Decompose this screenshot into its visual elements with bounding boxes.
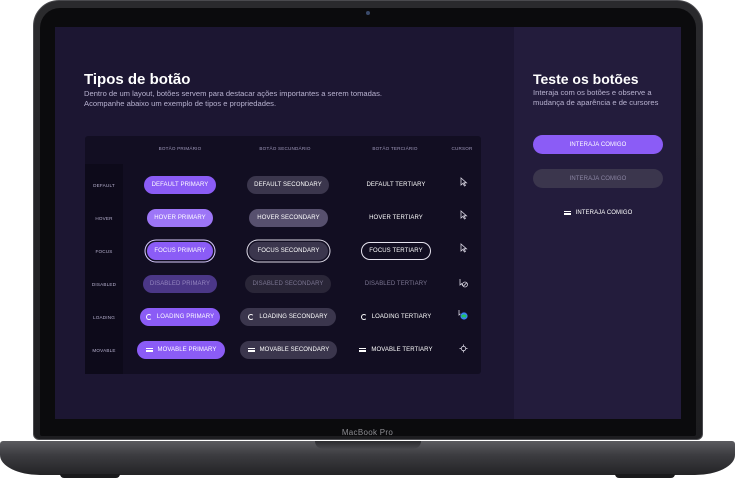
row-label-default: DEFAULT — [93, 183, 115, 188]
button-label: INTERAJA COMIGO — [575, 209, 633, 216]
button-label: INTERAJA COMIGO — [569, 175, 627, 182]
button-label: MOVABLE PRIMARY — [157, 347, 217, 353]
drag-handle-icon — [563, 210, 571, 215]
device-label: MacBook Pro — [341, 428, 394, 437]
row-label-loading: LOADING — [92, 315, 116, 320]
column-header-primary: BOTÃO PRIMÁRIO — [158, 146, 202, 151]
drag-handle-icon — [247, 348, 255, 352]
loading-spinner-icon — [360, 314, 367, 320]
laptop-base-notch — [315, 441, 421, 449]
button-label: DISABLED TERTIARY — [364, 281, 428, 287]
default-primary-button[interactable]: DEFAULT PRIMARY — [144, 176, 216, 194]
try-panel-description: Interaja com os botões e observe a mudan… — [533, 88, 659, 107]
laptop-foot-left — [60, 474, 120, 478]
screen: Tipos de botão Dentro de um layout, botõ… — [55, 27, 681, 419]
movable-secondary-button[interactable]: MOVABLE SECONDARY — [240, 341, 337, 359]
drag-handle-icon — [359, 348, 367, 352]
progress-cursor-icon — [458, 309, 469, 323]
button-label: FOCUS TERTIARY — [369, 248, 423, 254]
move-cursor-icon — [459, 344, 468, 355]
loading-primary-button[interactable]: LOADING PRIMARY — [140, 308, 220, 326]
button-label: MOVABLE TERTIARY — [371, 347, 433, 353]
column-header-cursor: CURSOR — [451, 146, 473, 151]
button-label: HOVER SECONDARY — [257, 215, 320, 221]
camera-icon — [366, 11, 370, 15]
hover-tertiary-button[interactable]: HOVER TERTIARY — [361, 209, 431, 227]
button-label: HOVER TERTIARY — [369, 215, 423, 221]
drag-handle-icon — [145, 348, 153, 352]
row-label-focus: FOCUS — [95, 249, 113, 254]
button-label: FOCUS SECONDARY — [257, 248, 320, 254]
laptop-frame: Tipos de botão Dentro de um layout, botõ… — [0, 0, 735, 491]
laptop-foot-right — [615, 474, 675, 478]
row-label-column — [85, 164, 123, 374]
movable-primary-button[interactable]: MOVABLE PRIMARY — [137, 341, 225, 359]
loading-spinner-icon — [248, 314, 255, 320]
row-label-disabled: DISABLED — [91, 282, 117, 287]
try-buttons-panel: Teste os botões Interaja com os botões e… — [514, 27, 681, 419]
arrow-cursor-icon — [460, 243, 468, 255]
focus-primary-button[interactable]: FOCUS PRIMARY — [147, 242, 213, 260]
column-header-secondary: BOTÃO SECUNDÁRIO — [259, 146, 311, 151]
try-primary-button[interactable]: INTERAJA COMIGO — [533, 135, 663, 154]
disabled-tertiary-button[interactable]: DISABLED TERTIARY — [357, 275, 435, 293]
button-label: LOADING SECONDARY — [259, 314, 328, 320]
try-tertiary-button[interactable]: INTERAJA COMIGO — [533, 203, 663, 222]
loading-spinner-icon — [145, 314, 152, 320]
page-title: Tipos de botão — [84, 71, 191, 88]
try-secondary-button[interactable]: INTERAJA COMIGO — [533, 169, 663, 188]
hover-secondary-button[interactable]: HOVER SECONDARY — [249, 209, 328, 227]
row-label-hover: HOVER — [95, 216, 113, 221]
not-allowed-cursor-icon — [459, 278, 469, 290]
disabled-secondary-button[interactable]: DISABLED SECONDARY — [245, 275, 331, 293]
default-secondary-button[interactable]: DEFAULT SECONDARY — [247, 176, 329, 194]
button-label: MOVABLE SECONDARY — [259, 347, 330, 353]
default-tertiary-button[interactable]: DEFAULT TERTIARY — [360, 176, 432, 194]
arrow-cursor-icon — [460, 210, 468, 222]
button-label: DEFAULT SECONDARY — [254, 182, 322, 188]
focus-secondary-button[interactable]: FOCUS SECONDARY — [249, 242, 328, 260]
button-label: LOADING PRIMARY — [156, 314, 215, 320]
button-states-table: BOTÃO PRIMÁRIO BOTÃO SECUNDÁRIO BOTÃO TE… — [85, 136, 481, 374]
button-label: HOVER PRIMARY — [154, 215, 206, 221]
focus-tertiary-button[interactable]: FOCUS TERTIARY — [361, 242, 431, 260]
hover-primary-button[interactable]: HOVER PRIMARY — [147, 209, 213, 227]
button-types-pane: Tipos de botão Dentro de um layout, botõ… — [55, 27, 514, 419]
button-label: FOCUS PRIMARY — [154, 248, 206, 254]
try-panel-title: Teste os botões — [533, 71, 639, 87]
movable-tertiary-button[interactable]: MOVABLE TERTIARY — [355, 341, 437, 359]
button-label: DISABLED PRIMARY — [149, 281, 211, 287]
button-label: DISABLED SECONDARY — [252, 281, 324, 287]
column-header-tertiary: BOTÃO TERCIÁRIO — [372, 146, 418, 151]
button-label: DEFAULT TERTIARY — [366, 182, 426, 188]
loading-secondary-button[interactable]: LOADING SECONDARY — [240, 308, 336, 326]
disabled-primary-button[interactable]: DISABLED PRIMARY — [143, 275, 217, 293]
row-label-movable: MOVABLE — [92, 348, 116, 353]
page-description: Dentro de um layout, botões servem para … — [84, 89, 382, 108]
button-label: INTERAJA COMIGO — [569, 141, 627, 148]
button-label: LOADING TERTIARY — [371, 314, 432, 320]
loading-tertiary-button[interactable]: LOADING TERTIARY — [356, 308, 436, 326]
arrow-cursor-icon — [460, 177, 468, 189]
button-label: DEFAULT PRIMARY — [151, 182, 209, 188]
